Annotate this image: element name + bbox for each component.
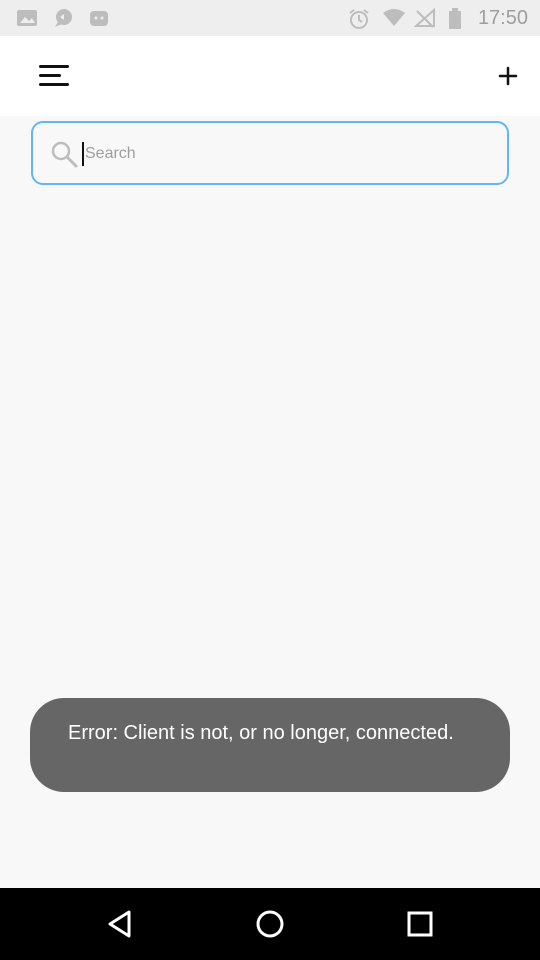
recents-button[interactable] [402,906,438,942]
back-icon [108,910,131,938]
add-button[interactable] [490,58,526,94]
battery-icon [449,8,461,29]
status-bar: 17:50 [0,0,540,36]
plus-icon [498,66,518,86]
text-cursor [82,142,84,166]
menu-icon-line [39,83,69,86]
menu-icon-line [39,74,61,77]
search-input[interactable] [85,137,485,171]
wifi-icon [383,9,405,26]
recents-icon [407,911,433,937]
menu-button[interactable] [30,56,78,96]
back-button[interactable] [102,906,138,942]
error-toast: Error: Client is not, or no longer, conn… [30,698,510,792]
navigation-bar [0,888,540,960]
home-icon [256,910,284,938]
no-signal-icon [414,8,435,28]
search-icon [51,141,78,168]
toast-message: Error: Client is not, or no longer, conn… [68,722,454,744]
menu-icon [39,65,69,68]
status-time: 17:50 [477,7,528,29]
alarm-icon [349,9,369,29]
android-icon [90,11,108,26]
search-box[interactable] [31,121,509,185]
image-icon [17,10,37,26]
home-button[interactable] [252,906,288,942]
chat-icon [55,9,72,27]
app-bar [0,36,540,116]
